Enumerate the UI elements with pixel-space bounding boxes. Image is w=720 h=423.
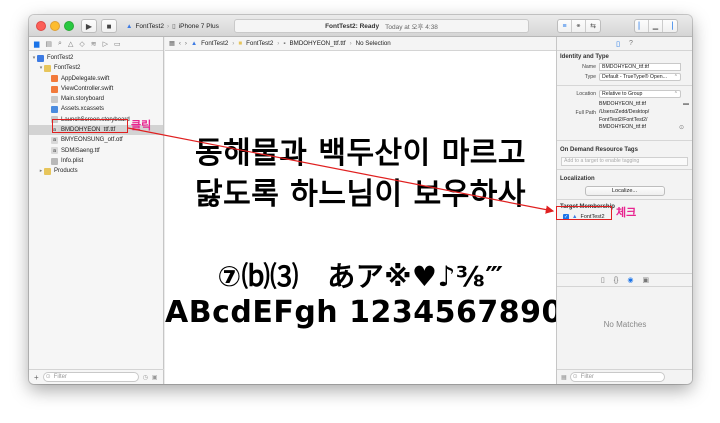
annotation-arrow <box>127 127 555 214</box>
